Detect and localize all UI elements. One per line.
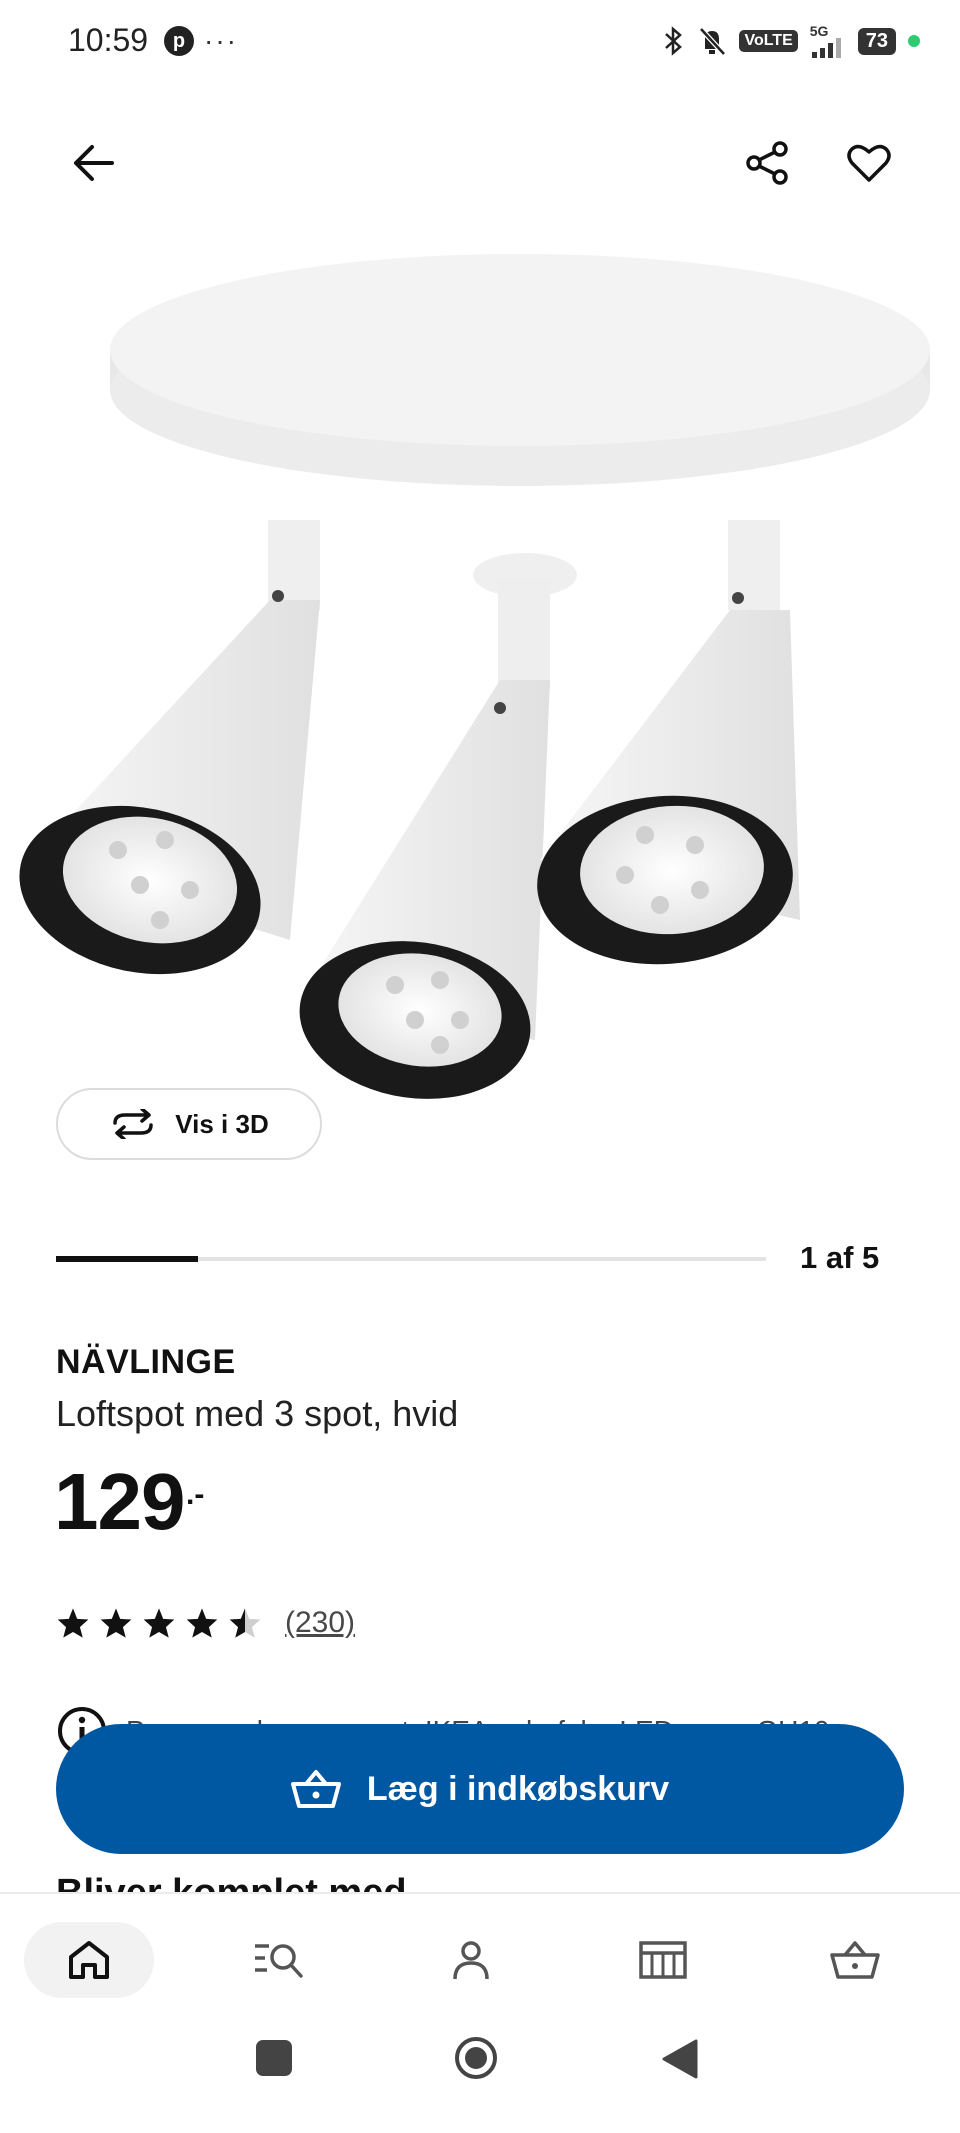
store-icon xyxy=(639,1941,687,1979)
home-icon xyxy=(69,1941,109,1979)
nav-stores[interactable] xyxy=(598,1922,728,1998)
network-type: 5G xyxy=(809,23,829,39)
bottom-navigation xyxy=(0,1892,960,2024)
share-button[interactable] xyxy=(732,128,802,198)
add-to-cart-button[interactable]: Læg i indkøbskurv xyxy=(56,1724,904,1854)
favorite-button[interactable] xyxy=(834,128,904,198)
triangle-back-icon xyxy=(662,2039,698,2079)
rating-row[interactable]: (230) xyxy=(56,1606,355,1640)
add-to-cart-label: Læg i indkøbskurv xyxy=(366,1769,670,1808)
back-nav-button[interactable] xyxy=(660,2038,700,2080)
nav-home[interactable] xyxy=(24,1922,154,1998)
star-icon xyxy=(143,1608,175,1638)
rotate-3d-icon xyxy=(113,1109,154,1139)
image-counter: 1 af 5 xyxy=(800,1240,880,1275)
system-navigation xyxy=(0,2022,960,2133)
more-notifications-icon: ··· xyxy=(204,25,238,56)
recents-button[interactable] xyxy=(256,2040,292,2076)
carousel-progress xyxy=(56,1256,198,1262)
star-icon xyxy=(57,1608,89,1638)
mute-icon xyxy=(699,27,727,56)
signal-icon xyxy=(811,38,841,58)
share-icon xyxy=(746,141,788,185)
back-button[interactable] xyxy=(58,128,128,198)
status-right-icons: VoLTE 5G 73 xyxy=(663,24,920,58)
privacy-dot xyxy=(908,35,920,47)
search-icon xyxy=(255,1944,303,1978)
nav-profile[interactable] xyxy=(406,1922,536,1998)
home-circle-icon xyxy=(455,2037,497,2079)
view-3d-button[interactable]: Vis i 3D xyxy=(56,1088,322,1160)
profile-icon xyxy=(453,1941,489,1980)
volte-badge: VoLTE xyxy=(739,30,798,52)
nav-search[interactable] xyxy=(214,1922,344,1998)
nav-cart[interactable] xyxy=(790,1922,920,1998)
status-time: 10:59 xyxy=(68,22,149,58)
star-icon xyxy=(186,1608,218,1638)
half-star-icon xyxy=(229,1608,261,1638)
arrow-left-icon xyxy=(74,145,114,181)
price-suffix: .- xyxy=(186,1478,205,1511)
home-button[interactable] xyxy=(454,2036,498,2080)
cart-icon xyxy=(830,1941,880,1979)
heart-icon xyxy=(847,144,891,182)
bluetooth-icon xyxy=(665,26,683,56)
view-3d-label: Vis i 3D xyxy=(175,1108,269,1139)
battery-indicator: 73 xyxy=(857,27,896,55)
product-image[interactable] xyxy=(0,220,960,1120)
pinterest-icon: p xyxy=(164,26,194,56)
product-price: 129 xyxy=(54,1457,185,1546)
product-description: Loftspot med 3 spot, hvid xyxy=(56,1393,459,1434)
status-left-icons: p ··· xyxy=(164,26,238,56)
basket-icon xyxy=(290,1770,341,1808)
star-icon xyxy=(100,1608,132,1638)
rating-count[interactable]: (230) xyxy=(285,1606,355,1640)
product-name: NÄVLINGE xyxy=(56,1343,236,1381)
signal-strength: 5G xyxy=(810,24,846,58)
spotlight-illustration xyxy=(19,254,930,1099)
